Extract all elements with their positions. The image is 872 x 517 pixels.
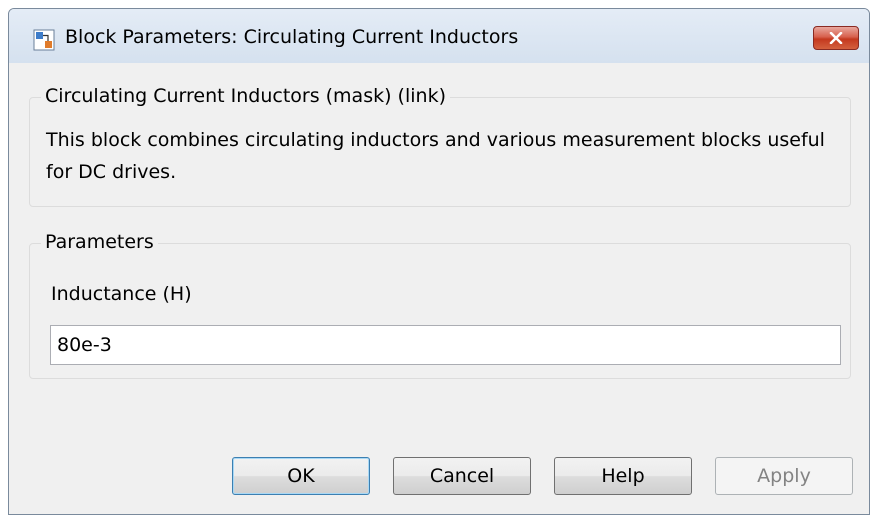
parameters-group: Parameters Inductance (H) xyxy=(29,231,851,379)
simulink-block-icon xyxy=(33,29,55,51)
apply-button: Apply xyxy=(715,457,853,495)
description-group: Circulating Current Inductors (mask) (li… xyxy=(29,85,851,207)
inductance-input[interactable] xyxy=(50,325,841,365)
block-description: This block combines circulating inductor… xyxy=(46,129,825,183)
parameters-group-title: Parameters xyxy=(41,231,158,253)
cancel-button[interactable]: Cancel xyxy=(393,457,531,495)
close-icon xyxy=(829,32,843,44)
dialog-window: Block Parameters: Circulating Current In… xyxy=(8,8,870,515)
inductance-label: Inductance (H) xyxy=(51,283,192,305)
description-group-title: Circulating Current Inductors (mask) (li… xyxy=(41,85,450,107)
ok-button[interactable]: OK xyxy=(232,457,370,495)
window-title: Block Parameters: Circulating Current In… xyxy=(65,26,519,48)
title-bar[interactable]: Block Parameters: Circulating Current In… xyxy=(9,9,869,63)
close-button[interactable] xyxy=(813,26,859,50)
help-button[interactable]: Help xyxy=(554,457,692,495)
dialog-body: Circulating Current Inductors (mask) (li… xyxy=(9,63,869,514)
